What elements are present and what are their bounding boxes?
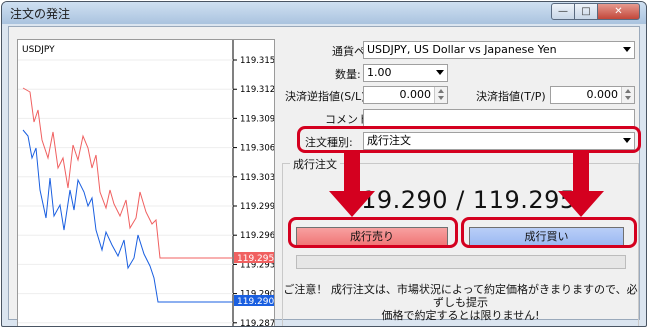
comment-input[interactable] [363, 109, 635, 127]
chevron-down-icon [436, 70, 444, 75]
stop-loss-value: 0.000 [399, 88, 432, 101]
volume-select-value: 1.00 [367, 66, 392, 79]
market-order-note-line1: ご注意！ 成行注文は、市場状況によって約定価格がきまりますので、必ずしも提示 [283, 283, 638, 309]
order-dialog: 注文の発注 — □ ✕ USDJPY 119.315 119.312 119.309… [1, 1, 647, 327]
take-profit-input[interactable]: 0.000 [550, 86, 635, 104]
close-button[interactable]: ✕ [598, 3, 640, 20]
price-axis-label: 119.315 [240, 56, 274, 66]
minimize-button[interactable]: — [551, 3, 575, 20]
execution-progress-bar [296, 255, 626, 269]
chart-grid [18, 59, 233, 324]
volume-select[interactable]: 1.00 [363, 64, 448, 82]
price-axis-label: 119.306 [240, 144, 274, 154]
bid-price-tag-text: 119.290 [237, 297, 274, 307]
price-axis-label: 119.299 [240, 202, 274, 212]
ask-price-line [22, 87, 233, 259]
chart-canvas: USDJPY 119.315119.312119.309119.306119.3… [18, 40, 274, 327]
ask-price-tag-text: 119.295 [237, 254, 274, 264]
dialog-body: USDJPY 119.315 119.312 119.309 119.306 119.3… [8, 26, 641, 326]
price-axis-label: 119.296 [240, 231, 274, 241]
symbol-select-value: USDJPY, US Dollar vs Japanese Yen [367, 43, 557, 56]
price-axis-labels: 119.315 119.312 119.309 119.306 119.303 119.2… [233, 56, 274, 327]
stop-loss-input[interactable]: 0.000 [363, 86, 448, 104]
tick-chart: USDJPY 119.315 119.312 119.309 119.306 119.3… [17, 39, 275, 327]
symbol-select[interactable]: USDJPY, US Dollar vs Japanese Yen [363, 41, 635, 59]
maximize-button[interactable]: □ [575, 3, 598, 20]
buy-button-highlight [461, 217, 637, 248]
order-type-highlight [297, 126, 641, 153]
bid-price-tag: 119.290 [234, 295, 274, 307]
take-profit-spinner[interactable] [621, 87, 634, 103]
chart-symbol: USDJPY [22, 45, 55, 55]
title-bar[interactable]: 注文の発注 — □ ✕ [2, 2, 646, 24]
price-axis-label: 119.303 [240, 173, 274, 183]
take-profit-label: 決済指値(T/P) [476, 90, 546, 103]
window-title: 注文の発注 [10, 7, 71, 21]
ask-price-tag: 119.295 [234, 252, 274, 264]
down-arrow-icon [558, 151, 604, 217]
price-axis-label: 119.287 [240, 319, 274, 327]
window-controls: — □ ✕ [551, 3, 640, 20]
volume-label: 数量: [335, 68, 361, 81]
chevron-down-icon [623, 47, 631, 52]
take-profit-value: 0.000 [586, 88, 619, 101]
stop-loss-spinner[interactable] [434, 87, 447, 103]
stop-loss-label: 決済逆指値(S/L) [285, 90, 366, 103]
market-order-note-line2: 価格で約定するとは限りません! [381, 309, 540, 322]
down-arrow-icon [329, 151, 375, 217]
sell-button-highlight [288, 217, 458, 248]
price-axis-label: 119.312 [240, 85, 274, 95]
market-order-note: ご注意！ 成行注文は、市場状況によって約定価格がきまりますので、必ずしも提示 価… [283, 283, 638, 322]
price-axis-label: 119.309 [240, 114, 274, 124]
